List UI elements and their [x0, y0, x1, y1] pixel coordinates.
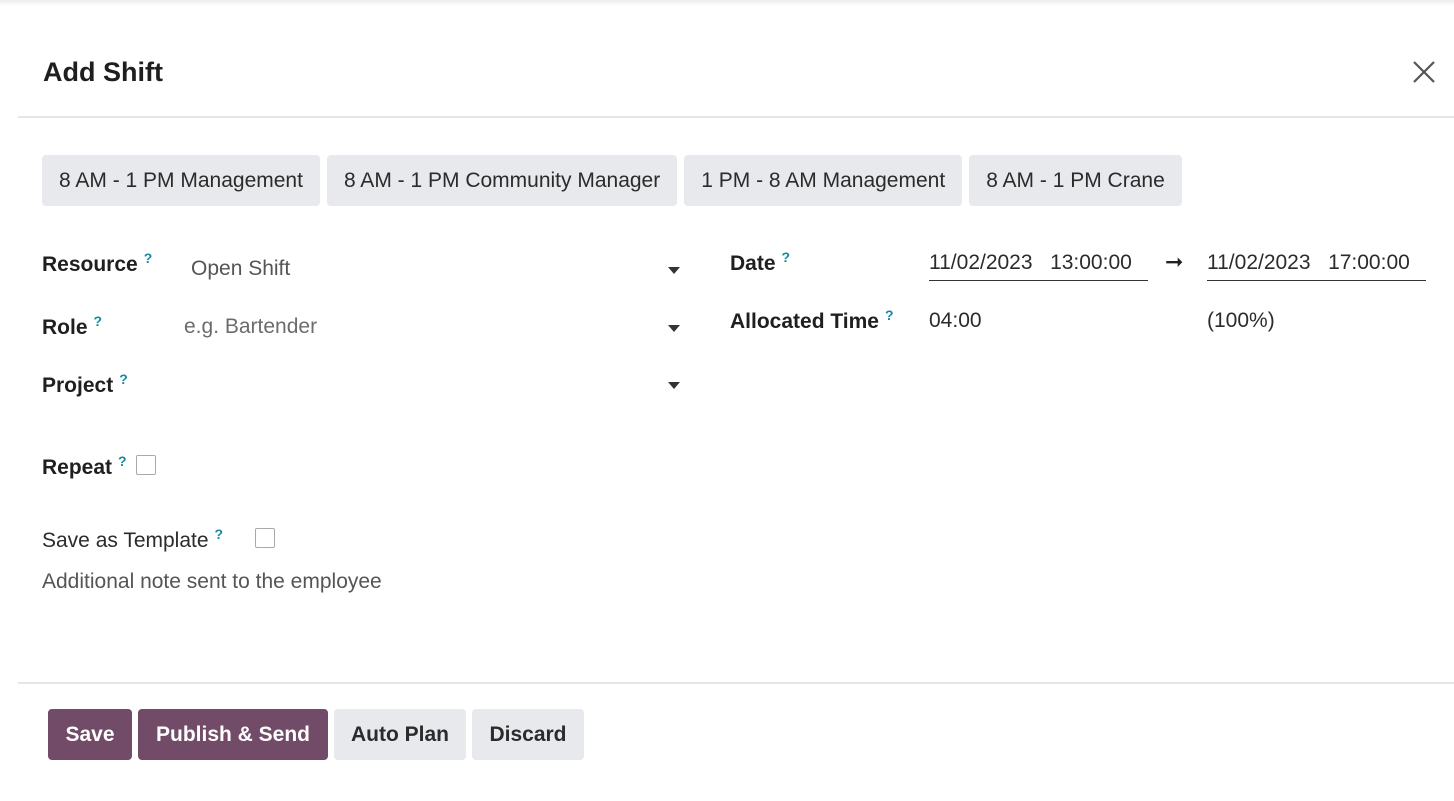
footer-divider [18, 682, 1454, 684]
project-help-icon[interactable]: ? [119, 371, 128, 387]
close-icon [1413, 61, 1435, 83]
end-time: 17:00:00 [1328, 251, 1410, 274]
start-date: 11/02/2023 [929, 251, 1033, 274]
template-button[interactable]: 1 PM - 8 AM Management [684, 155, 963, 206]
start-datetime-input[interactable]: 11/02/2023 13:00:00 [929, 246, 1148, 281]
role-select[interactable]: e.g. Bartender [184, 310, 686, 344]
resource-label-text: Resource [42, 253, 138, 276]
save-button[interactable]: Save [48, 709, 132, 760]
resource-select[interactable]: Open Shift [191, 252, 686, 286]
template-button[interactable]: 8 AM - 1 PM Crane [969, 155, 1182, 206]
resource-help-icon[interactable]: ? [144, 250, 153, 266]
dialog-title: Add Shift [43, 57, 163, 87]
resource-label: Resource? [42, 250, 152, 277]
project-chevron-down-icon[interactable] [668, 382, 680, 389]
role-label-text: Role [42, 316, 88, 339]
repeat-label-text: Repeat [42, 456, 113, 479]
add-shift-dialog: Add Shift 8 AM - 1 PM Management 8 AM - … [0, 0, 1454, 801]
allocated-time-label-text: Allocated Time [730, 310, 879, 333]
template-button[interactable]: 8 AM - 1 PM Community Manager [326, 155, 678, 206]
save-as-template-label-text: Save as Template [42, 529, 209, 552]
discard-button[interactable]: Discard [472, 709, 584, 760]
date-help-icon[interactable]: ? [782, 249, 791, 265]
employee-note-field[interactable]: Additional note sent to the employee [42, 570, 382, 594]
end-date: 11/02/2023 [1207, 251, 1311, 274]
project-select[interactable] [184, 367, 686, 401]
resource-value: Open Shift [191, 257, 291, 280]
end-datetime-input[interactable]: 11/02/2023 17:00:00 [1207, 246, 1426, 281]
template-button[interactable]: 8 AM - 1 PM Management [42, 155, 320, 206]
project-label: Project? [42, 371, 128, 398]
role-chevron-down-icon[interactable] [668, 325, 680, 332]
save-as-template-help-icon[interactable]: ? [215, 526, 224, 542]
shift-templates: 8 AM - 1 PM Management 8 AM - 1 PM Commu… [42, 155, 1182, 206]
date-label: Date? [730, 249, 790, 276]
repeat-label: Repeat? [42, 453, 127, 480]
start-time: 13:00:00 [1050, 251, 1132, 274]
repeat-help-icon[interactable]: ? [118, 453, 127, 469]
date-range-arrow-icon: ➞ [1165, 249, 1184, 274]
backdrop-strip [0, 0, 1454, 6]
allocated-time-value[interactable]: 04:00 [929, 304, 982, 338]
role-label: Role? [42, 313, 102, 340]
date-label-text: Date [730, 252, 776, 275]
role-placeholder: e.g. Bartender [184, 315, 318, 338]
role-help-icon[interactable]: ? [94, 313, 103, 329]
repeat-checkbox[interactable] [136, 455, 156, 475]
publish-send-button[interactable]: Publish & Send [138, 709, 328, 760]
dialog-header: Add Shift [18, 30, 1454, 118]
allocated-time-help-icon[interactable]: ? [885, 307, 894, 323]
allocated-time-label: Allocated Time? [730, 307, 894, 334]
save-as-template-checkbox[interactable] [255, 528, 275, 548]
resource-chevron-down-icon[interactable] [668, 267, 680, 274]
allocated-percent: (100%) [1207, 309, 1275, 332]
project-label-text: Project [42, 374, 114, 397]
auto-plan-button[interactable]: Auto Plan [334, 709, 466, 760]
close-button[interactable] [1408, 56, 1440, 88]
save-as-template-label: Save as Template? [42, 526, 223, 553]
